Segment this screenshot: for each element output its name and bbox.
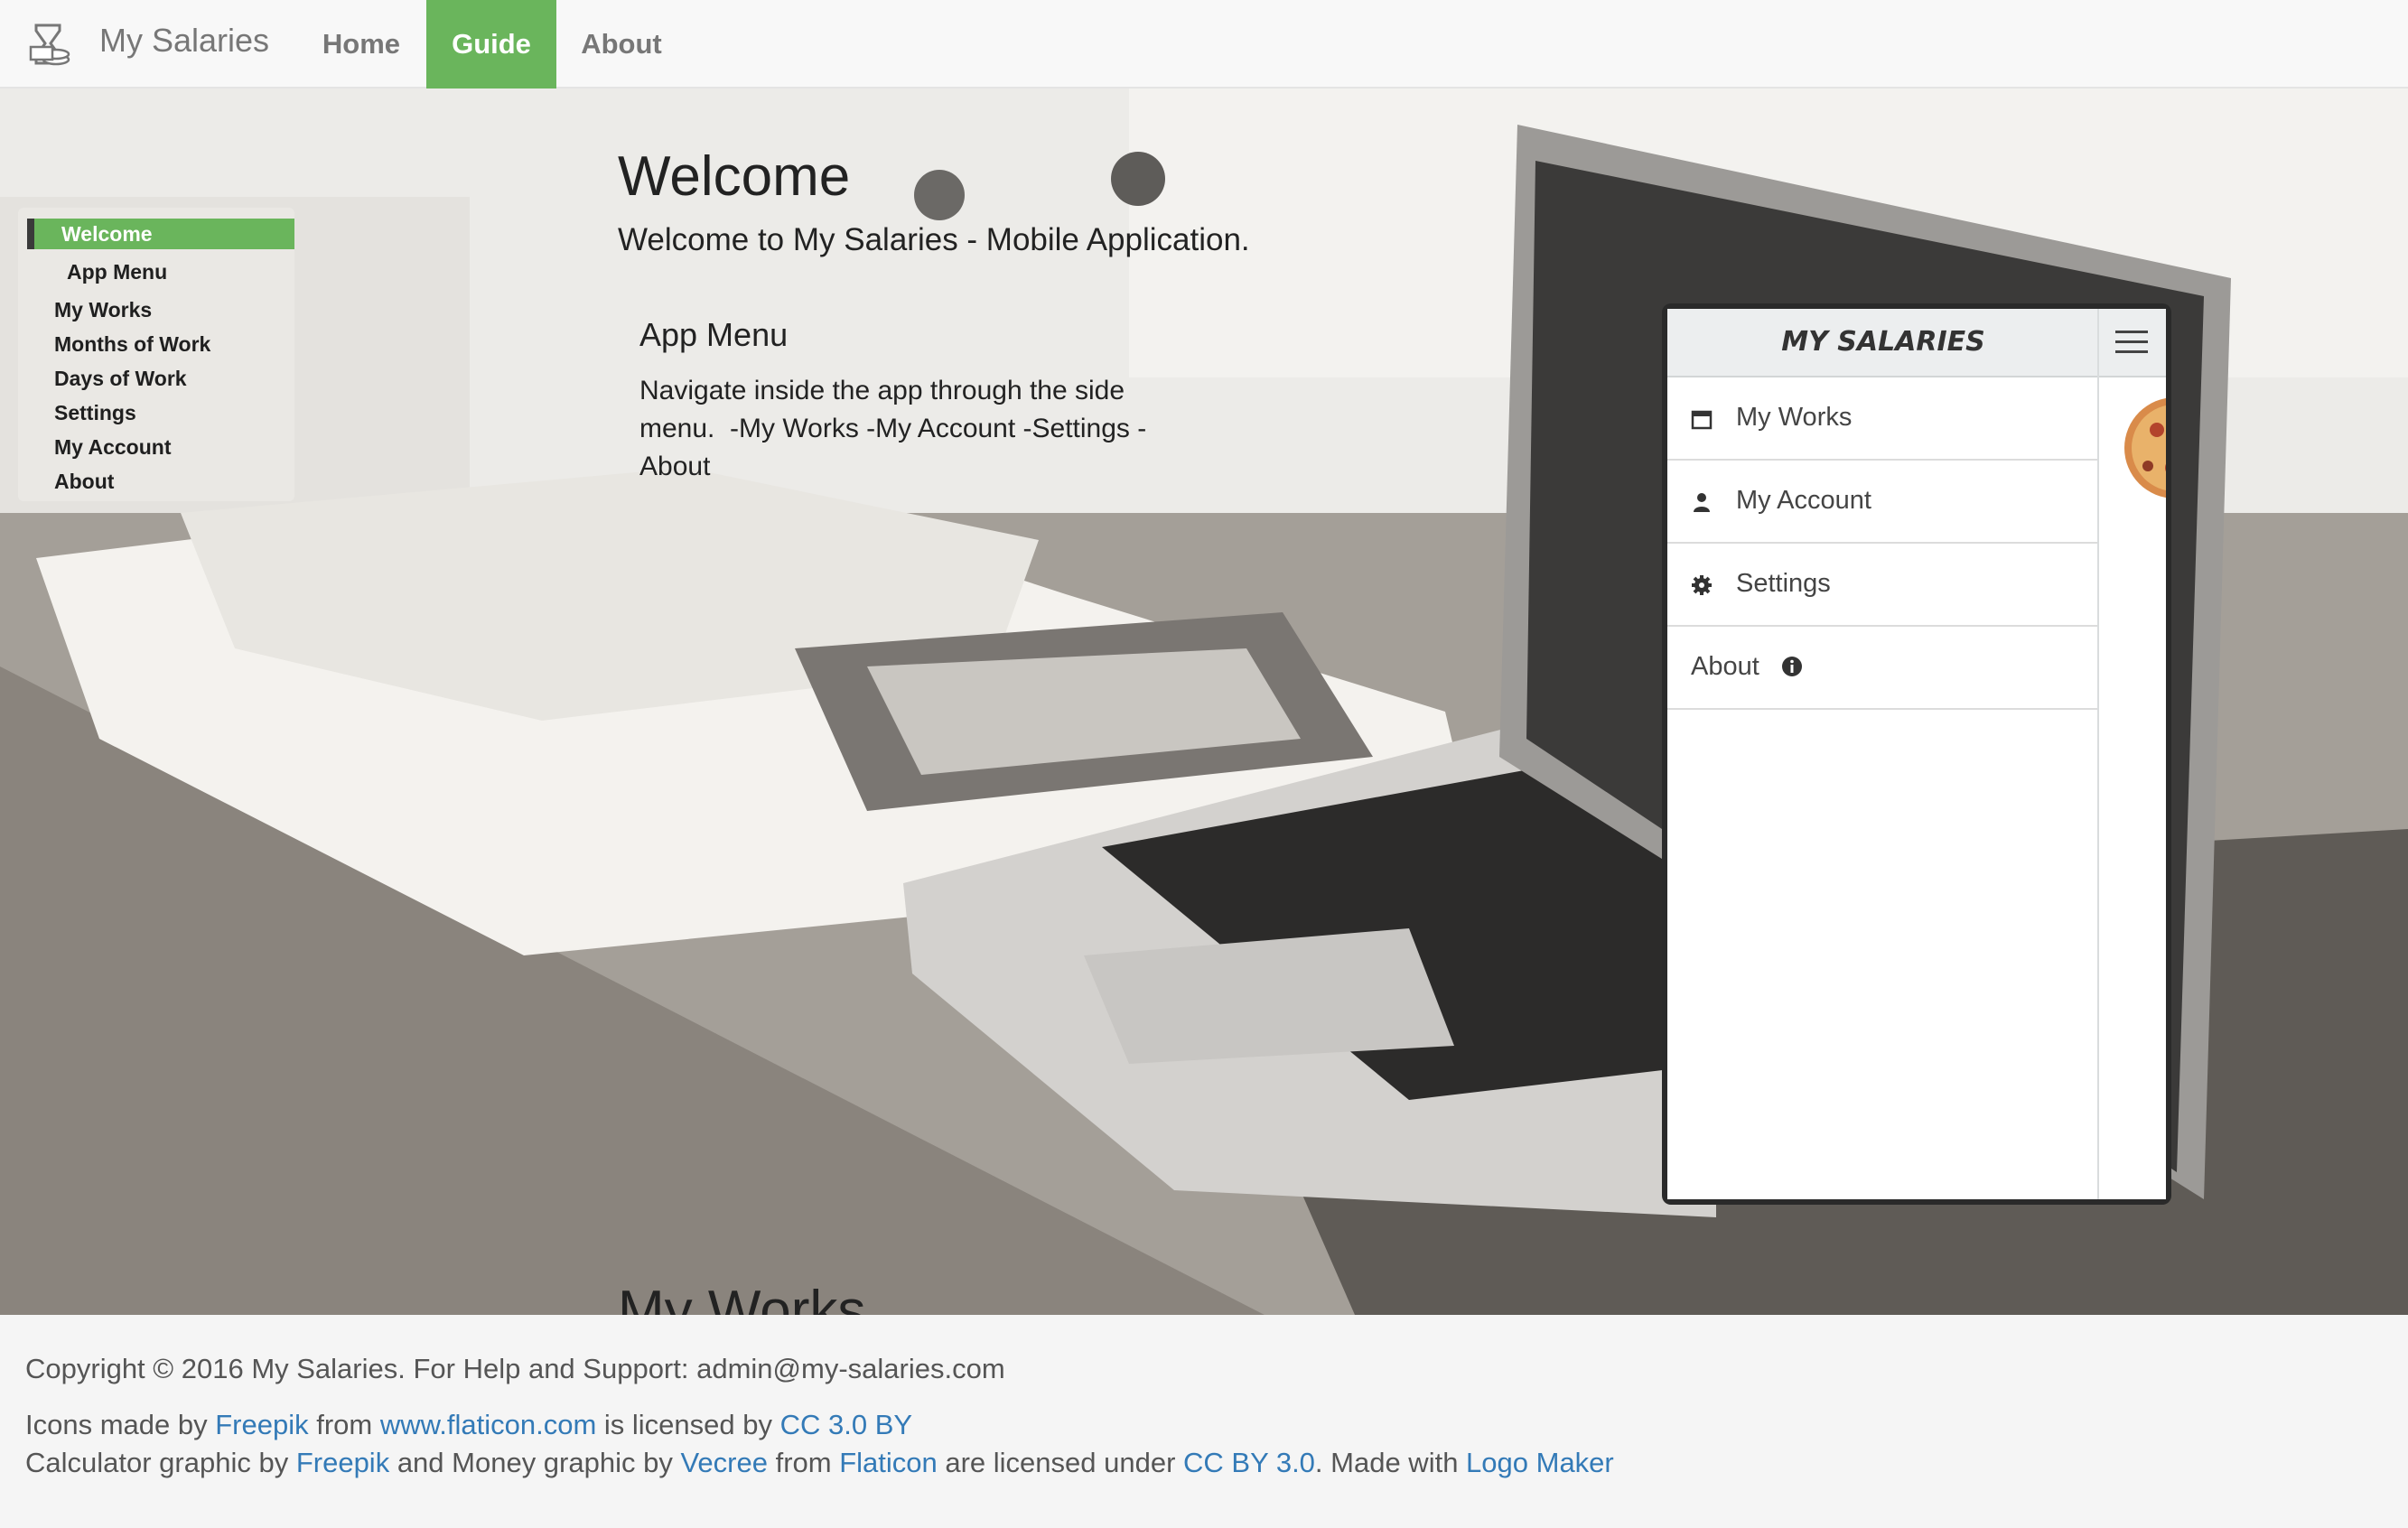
app-title: MY SALARIES [1781,326,1985,358]
nav-home[interactable]: Home [298,0,425,89]
salary-logo-icon[interactable] [23,20,74,70]
sidenav-item-months-of-work[interactable]: Months of Work [54,332,210,357]
app-menu-settings[interactable]: Settings [1667,544,2097,627]
vecree-link[interactable]: Vecree [680,1447,768,1478]
page-subtitle: Welcome to My Salaries - Mobile Applicat… [618,222,1250,257]
phone-mockup: MY SALARIES My Works My Account Settings… [1662,303,2171,1205]
sidenav-item-app-menu[interactable]: App Menu [67,260,167,284]
app-menu-label: Settings [1736,569,1831,598]
hamburger-menu-icon[interactable] [2115,331,2148,356]
sidenav-item-my-account[interactable]: My Account [54,435,172,460]
flaticon-link[interactable]: www.flaticon.com [380,1409,596,1440]
info-icon [1782,657,1802,676]
app-header: MY SALARIES [1667,309,2166,377]
app-divider [2097,309,2099,1199]
footer-text: from [308,1409,380,1440]
footer-text: and Money graphic by [389,1447,681,1478]
page-title: Welcome [618,145,851,208]
sidenav-item-days-of-work[interactable]: Days of Work [54,367,187,391]
freepik-link[interactable]: Freepik [296,1447,389,1478]
footer-text: is licensed by [596,1409,780,1440]
page-footer: Copyright © 2016 My Salaries. For Help a… [0,1315,2408,1528]
footer-text: . Made with [1314,1447,1467,1478]
guide-sidenav: Welcome App Menu My Works Months of Work… [18,208,294,501]
footer-graphic-credits: Calculator graphic by Freepik and Money … [25,1447,1614,1479]
gear-icon [1692,575,1712,595]
footer-text: from [767,1447,840,1478]
app-menu-label: My Works [1736,403,1853,432]
brand-title[interactable]: My Salaries [99,22,269,60]
license-link[interactable]: CC 3.0 BY [780,1409,912,1440]
footer-text: Icons made by [25,1409,216,1440]
license-link[interactable]: CC BY 3.0 [1183,1447,1315,1478]
app-menu-about[interactable]: About [1667,627,2097,710]
footer-copyright: Copyright © 2016 My Salaries. For Help a… [25,1353,1005,1384]
app-menu-my-works[interactable]: My Works [1667,377,2097,461]
freepik-link[interactable]: Freepik [215,1409,308,1440]
pizza-graphic [2124,397,2166,498]
top-navbar: My Salaries Home Guide About [0,0,2408,89]
app-menu-my-account[interactable]: My Account [1667,461,2097,544]
app-menu-label: About [1691,652,1759,681]
next-section-title: My Works [618,1280,866,1315]
user-icon [1694,493,1710,512]
sidenav-item-about[interactable]: About [54,470,114,494]
sidenav-item-welcome[interactable]: Welcome [27,219,294,249]
flaticon-link[interactable]: Flaticon [839,1447,938,1478]
sidenav-item-my-works[interactable]: My Works [54,298,152,322]
nav-guide[interactable]: Guide [426,0,556,89]
footer-text: Calculator graphic by [25,1447,296,1478]
app-menu-label: My Account [1736,486,1871,515]
logo-maker-link[interactable]: Logo Maker [1466,1447,1614,1478]
calendar-icon [1691,410,1713,430]
hero-background: Welcome App Menu My Works Months of Work… [0,89,2408,1315]
phone-screen: MY SALARIES My Works My Account Settings… [1667,309,2166,1199]
section-title: App Menu [639,316,789,353]
footer-icon-credits: Icons made by Freepik from www.flaticon.… [25,1409,912,1441]
section-paragraph: Navigate inside the app through the side… [639,376,1147,481]
sidenav-item-settings[interactable]: Settings [54,401,136,425]
nav-about[interactable]: About [558,0,685,89]
footer-text: are licensed under [937,1447,1184,1478]
